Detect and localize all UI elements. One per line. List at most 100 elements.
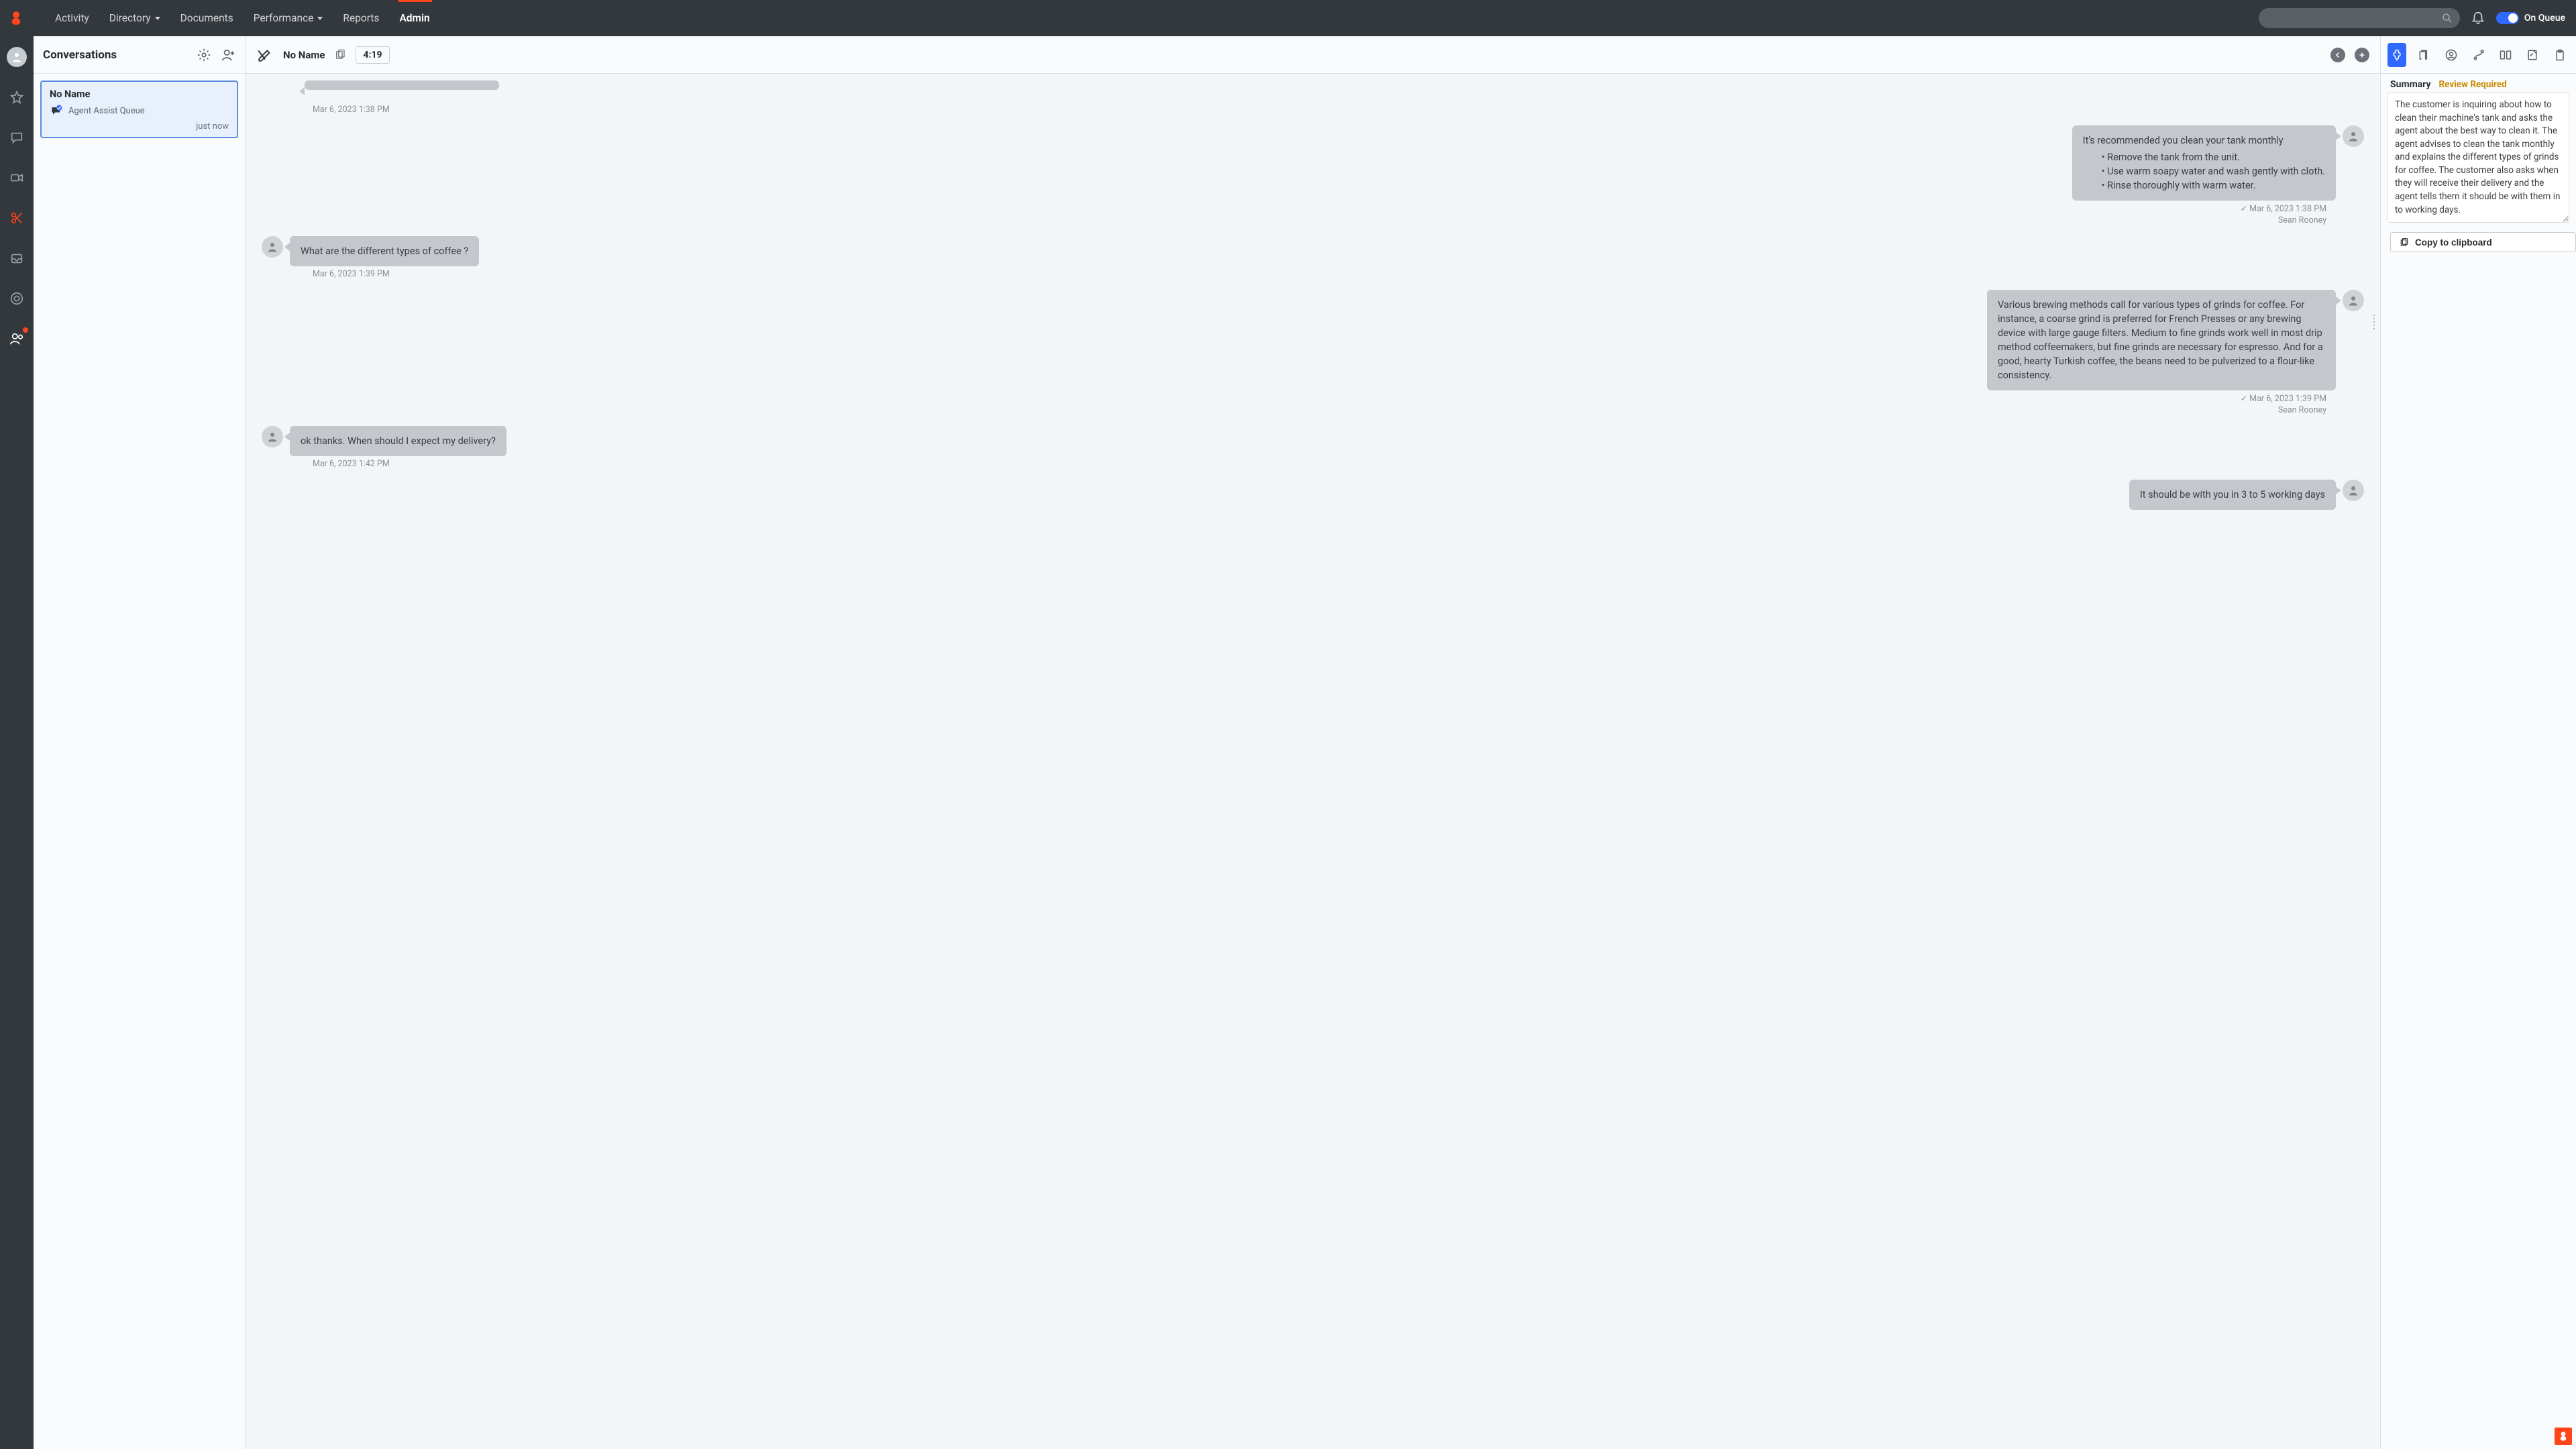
message-sender: Sean Rooney (262, 405, 2326, 415)
message-timestamp: Mar 6, 2023 1:42 PM (313, 459, 2364, 469)
rail-profile[interactable] (7, 47, 27, 67)
nav-label: Activity (55, 12, 89, 24)
settings-icon[interactable] (197, 48, 211, 62)
message-meta: ✓ Mar 6, 2023 1:38 PM Sean Rooney (262, 203, 2326, 225)
review-required-label: Review Required (2439, 79, 2507, 90)
avatar (2343, 125, 2364, 147)
conversation-queue-label: Agent Assist Queue (68, 106, 145, 116)
message-row-agent: Various brewing methods call for various… (262, 290, 2364, 390)
left-rail (0, 36, 34, 1449)
bullet-text: Rinse thoroughly with warm water. (2107, 180, 2255, 191)
message-bubble: It should be with you in 3 to 5 working … (2129, 480, 2336, 510)
rail-org[interactable] (7, 288, 27, 309)
nav-label: Directory (109, 12, 151, 24)
nav-label: Admin (399, 12, 429, 24)
brand-logo[interactable] (7, 9, 25, 28)
assist-summary-icon[interactable] (2387, 43, 2406, 67)
message-row-customer: What are the different types of coffee ? (262, 236, 2364, 266)
main-panel: No Name 4:19 Mar 6, 2023 1:38 PM It's re… (246, 36, 2380, 1449)
header-add-icon[interactable] (2355, 48, 2369, 62)
message-timestamp: Mar 6, 2023 1:39 PM (2249, 394, 2326, 404)
conversation-time: just now (50, 121, 229, 131)
conversations-header: Conversations (34, 36, 245, 74)
nav-activity[interactable]: Activity (46, 8, 99, 28)
message-timestamp: Mar 6, 2023 1:38 PM (313, 105, 2364, 115)
message-text: Various brewing methods call for various… (1998, 299, 2323, 381)
assist-canned-icon[interactable] (2496, 43, 2515, 67)
assist-profile-icon[interactable] (2442, 43, 2461, 67)
conversation-card[interactable]: No Name Agent Assist Queue just now (40, 80, 238, 138)
top-nav: Activity Directory Documents Performance… (46, 8, 439, 28)
genesys-logo-icon[interactable] (2555, 1428, 2572, 1445)
nav-performance[interactable]: Performance (244, 8, 333, 28)
message-text: It should be with you in 3 to 5 working … (2140, 489, 2325, 500)
search-input[interactable] (2259, 8, 2460, 28)
rail-agent-assist[interactable] (7, 329, 27, 349)
queue-toggle-group: On Queue (2496, 12, 2565, 24)
message-bubble: ok thanks. When should I expect my deliv… (290, 426, 506, 456)
message-meta: ✓ Mar 6, 2023 1:39 PM Sean Rooney (262, 393, 2326, 415)
global-search (2259, 8, 2460, 28)
assist-notes-icon[interactable] (2523, 43, 2542, 67)
message-row-customer (262, 80, 2364, 102)
message-bullets: • Remove the tank from the unit. • Use w… (2102, 150, 2325, 193)
nav-label: Reports (343, 12, 379, 24)
nav-directory[interactable]: Directory (100, 8, 170, 28)
add-person-icon[interactable] (221, 48, 235, 62)
message-sender: Sean Rooney (262, 215, 2326, 225)
contact-name: No Name (283, 49, 325, 61)
message-bubble: What are the different types of coffee ? (290, 236, 479, 266)
conversations-title: Conversations (43, 48, 197, 62)
assist-journey-icon[interactable] (2469, 43, 2487, 67)
notifications-icon[interactable] (2471, 11, 2485, 25)
conversation-name: No Name (50, 89, 229, 100)
copy-to-clipboard-button[interactable]: Copy to clipboard (2390, 232, 2576, 252)
avatar (262, 236, 283, 258)
assist-toolbar (2381, 36, 2576, 74)
message-timestamp: Mar 6, 2023 1:39 PM (313, 269, 2364, 279)
message-row-agent: It should be with you in 3 to 5 working … (262, 480, 2364, 510)
check-icon: ✓ (2241, 394, 2250, 404)
nav-documents[interactable]: Documents (171, 8, 243, 28)
rail-video[interactable] (7, 168, 27, 188)
nav-reports[interactable]: Reports (333, 8, 388, 28)
header-back-icon[interactable] (2330, 48, 2345, 62)
summary-text[interactable]: The customer is inquiring about how to c… (2387, 93, 2569, 223)
rail-chat[interactable] (7, 127, 27, 148)
message-text: ok thanks. When should I expect my deliv… (301, 435, 496, 447)
message-bubble (305, 80, 499, 90)
assist-panel: Summary Review Required The customer is … (2380, 36, 2576, 1449)
rail-inbox[interactable] (7, 248, 27, 268)
nav-label: Documents (180, 12, 233, 24)
message-text: It's recommended you clean your tank mon… (2083, 135, 2284, 146)
rail-interactions[interactable] (7, 208, 27, 228)
conversation-queue-row: Agent Assist Queue (50, 104, 229, 117)
copy-label: Copy to clipboard (2415, 237, 2492, 248)
copy-id-icon[interactable] (334, 49, 346, 61)
check-icon: ✓ (2241, 204, 2250, 214)
bullet-text: Remove the tank from the unit. (2107, 152, 2240, 163)
compose-icon[interactable] (256, 46, 274, 64)
avatar (2343, 480, 2364, 501)
assist-script-icon[interactable] (2414, 43, 2433, 67)
message-text: What are the different types of coffee ? (301, 246, 468, 257)
nav-admin[interactable]: Admin (390, 8, 439, 28)
message-bubble: Various brewing methods call for various… (1987, 290, 2336, 390)
interaction-timer: 4:19 (356, 46, 389, 64)
rail-favorites[interactable] (7, 87, 27, 107)
message-row-agent: It's recommended you clean your tank mon… (262, 125, 2364, 201)
avatar (2343, 290, 2364, 311)
search-icon[interactable] (2441, 12, 2453, 24)
on-queue-toggle[interactable] (2496, 12, 2519, 24)
assist-clipboard-icon[interactable] (2551, 43, 2569, 67)
chat-transcript[interactable]: Mar 6, 2023 1:38 PM It's recommended you… (246, 74, 2380, 1449)
badge-dot (23, 327, 28, 333)
chevron-down-icon (155, 17, 160, 20)
conversations-panel: Conversations No Name Agent Assist Queue… (34, 36, 246, 1449)
resize-handle[interactable] (2372, 305, 2376, 339)
queue-label: On Queue (2524, 13, 2565, 23)
top-bar: Activity Directory Documents Performance… (0, 0, 2576, 36)
topbar-right: On Queue (2259, 8, 2565, 28)
chat-header: No Name 4:19 (246, 36, 2380, 74)
active-indicator (398, 0, 432, 2)
